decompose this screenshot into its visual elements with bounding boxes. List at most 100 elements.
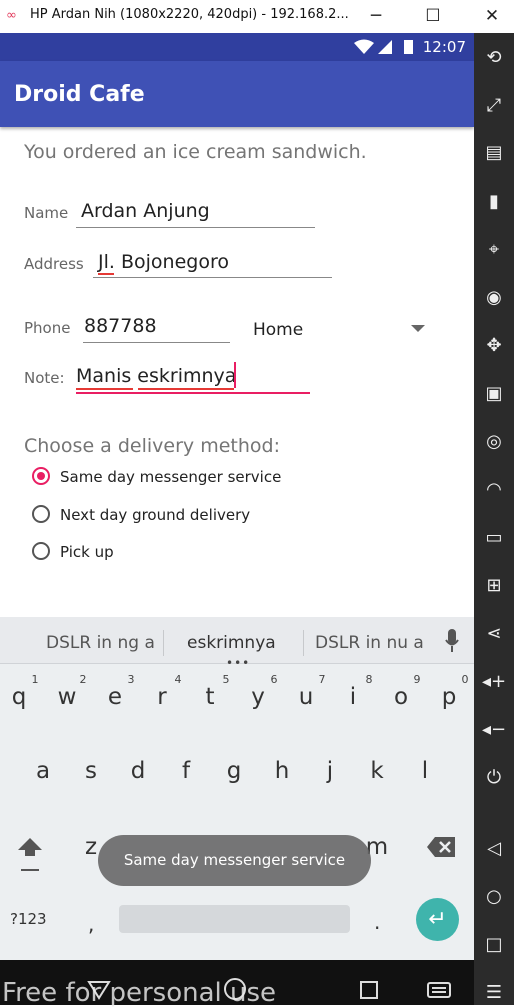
phone-type-spinner[interactable]: Home	[253, 320, 303, 340]
key-l[interactable]: l	[405, 758, 445, 784]
period-key[interactable]: .	[374, 910, 380, 934]
app-icon: ∞	[6, 8, 17, 23]
app-bar: Droid Cafe	[0, 61, 474, 127]
maximize-button[interactable]: ☐	[413, 4, 453, 28]
battery-settings-icon[interactable]: ▮	[480, 188, 508, 216]
comma-key[interactable]: ,	[88, 912, 94, 936]
rotate-icon[interactable]: ⟲	[480, 44, 508, 72]
cast-icon[interactable]: ◠	[480, 476, 508, 504]
radio-label: Pick up	[60, 543, 114, 561]
key-i[interactable]: i	[333, 684, 373, 710]
space-bar[interactable]	[119, 905, 350, 933]
volume-up-icon[interactable]: ◂+	[480, 668, 508, 696]
id-icon[interactable]: ▣	[480, 380, 508, 408]
suggestion-left[interactable]: DSLR in ng a	[46, 633, 155, 653]
close-button[interactable]: ✕	[472, 4, 512, 28]
status-bar: 12:07	[0, 33, 474, 61]
wifi-icon	[354, 39, 374, 54]
toast: Same day messenger service	[98, 835, 371, 886]
suggestion-center[interactable]: eskrimnya	[187, 633, 276, 653]
delivery-heading: Choose a delivery method:	[24, 435, 280, 457]
backspace-icon[interactable]	[427, 837, 455, 857]
key-h[interactable]: h	[262, 758, 302, 784]
key-f[interactable]: f	[166, 758, 206, 784]
name-input[interactable]: Ardan Anjung	[81, 200, 210, 222]
screenshot-icon[interactable]: ▤	[480, 139, 508, 167]
key-q[interactable]: q	[0, 684, 39, 710]
key-g[interactable]: g	[214, 758, 254, 784]
app-title: Droid Cafe	[14, 82, 145, 107]
key-j[interactable]: j	[310, 758, 350, 784]
battery-icon	[404, 40, 413, 54]
symbols-key[interactable]: ?123	[10, 910, 47, 928]
key-s[interactable]: s	[71, 758, 111, 784]
name-label: Name	[24, 204, 69, 222]
key-o[interactable]: o	[381, 684, 421, 710]
status-icons	[354, 39, 413, 54]
key-w[interactable]: w	[47, 684, 87, 710]
shift-icon[interactable]	[17, 836, 43, 872]
enter-icon: ↵	[428, 907, 447, 932]
address-underline	[93, 277, 332, 278]
share-icon[interactable]: ⋖	[480, 620, 508, 648]
spellcheck-underline	[98, 273, 114, 275]
enter-key[interactable]: ↵	[416, 898, 459, 941]
radio-button-selected[interactable]	[32, 467, 50, 485]
suggestion-divider	[303, 630, 304, 656]
radio-next-day[interactable]: Next day ground delivery	[31, 504, 291, 526]
phone-label: Phone	[24, 319, 71, 337]
gps-icon[interactable]: ⌖	[480, 236, 508, 264]
text-cursor	[234, 362, 236, 388]
suggestion-right[interactable]: DSLR in nu a	[315, 633, 424, 653]
radio-same-day[interactable]: Same day messenger service	[31, 466, 291, 488]
home-icon[interactable]: ○	[480, 883, 508, 911]
key-y[interactable]: y	[238, 684, 278, 710]
recents-nav-icon[interactable]	[359, 980, 379, 1000]
radio-button[interactable]	[32, 542, 50, 560]
status-time: 12:07	[422, 38, 466, 56]
key-a[interactable]: a	[23, 758, 63, 784]
recents-icon[interactable]: □	[480, 931, 508, 959]
suggestion-divider	[163, 630, 164, 656]
open-gapps-icon[interactable]: ⊞	[480, 572, 508, 600]
order-message: You ordered an ice cream sandwich.	[24, 141, 367, 163]
minimize-button[interactable]: ─	[356, 4, 396, 28]
radio-pick-up[interactable]: Pick up	[31, 541, 291, 563]
signal-icon	[378, 40, 392, 54]
spellcheck-underline-1	[76, 388, 133, 390]
radio-button[interactable]	[32, 505, 50, 523]
phone-underline	[83, 342, 230, 343]
key-t[interactable]: t	[190, 684, 230, 710]
key-k[interactable]: k	[357, 758, 397, 784]
camera-icon[interactable]: ◉	[480, 284, 508, 312]
dropdown-arrow-icon[interactable]	[411, 325, 425, 333]
scale-icon[interactable]: ⤢	[480, 92, 508, 120]
radio-label: Same day messenger service	[60, 468, 282, 486]
power-icon[interactable]: ⏻	[480, 764, 508, 792]
phone-input[interactable]: 887788	[84, 315, 157, 337]
message-icon[interactable]: ▭	[480, 524, 508, 552]
toast-message: Same day messenger service	[123, 851, 346, 869]
address-label: Address	[24, 255, 84, 273]
keyboard-switch-icon[interactable]	[427, 982, 451, 998]
watermark: Free for personal use	[2, 978, 277, 1008]
window-title: HP Ardan Nih (1080x2220, 420dpi) - 192.1…	[30, 7, 349, 22]
disk-icon[interactable]: ◎	[480, 428, 508, 456]
key-e[interactable]: e	[95, 684, 135, 710]
key-p[interactable]: p	[429, 684, 469, 710]
dpad-icon[interactable]: ✥	[480, 332, 508, 360]
key-d[interactable]: d	[118, 758, 158, 784]
note-label: Note:	[24, 369, 65, 387]
spellcheck-underline-2	[138, 388, 234, 390]
microphone-icon[interactable]	[445, 629, 459, 653]
key-u[interactable]: u	[286, 684, 326, 710]
emulator-toolbar: ⟲ ⤢ ▤ ▮ ⌖ ◉ ✥ ▣ ◎ ◠ ▭ ⊞ ⋖ ◂+ ◂− ⏻ ◁ ○ □ …	[474, 33, 514, 1005]
volume-down-icon[interactable]: ◂−	[480, 716, 508, 744]
key-r[interactable]: r	[142, 684, 182, 710]
note-underline-focused	[76, 392, 310, 394]
note-input[interactable]: Manis eskrimnya	[76, 365, 236, 387]
radio-label: Next day ground delivery	[60, 506, 251, 524]
back-icon[interactable]: ◁	[480, 835, 508, 863]
address-input[interactable]: Jl. Bojonegoro	[98, 251, 229, 273]
menu-icon[interactable]: ☰	[480, 979, 508, 1007]
